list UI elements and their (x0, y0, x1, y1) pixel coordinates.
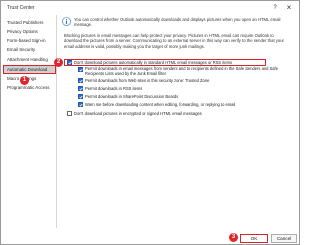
callout-badge-3: 3 (229, 233, 238, 242)
sidebar-item-macro-settings[interactable]: Macro Settings (4, 74, 56, 83)
permit-trusted-zone-checkbox[interactable] (78, 78, 83, 83)
automatic-download-highlight (3, 65, 56, 74)
intro-text: You can control whether Outlook automati… (74, 17, 281, 28)
permit-trusted-zone-label: Permit downloads from Web sites in this … (85, 78, 210, 83)
help-button[interactable]: ? (271, 4, 279, 12)
permit-sharepoint-checkbox[interactable] (78, 94, 83, 99)
ok-button[interactable]: OK (240, 234, 268, 243)
sidebar-item-privacy-options[interactable]: Privacy Options (4, 27, 56, 36)
permit-safe-senders-checkbox[interactable] (78, 67, 83, 72)
info-icon (62, 17, 71, 26)
sidebar: Trusted Publishers Privacy Options Form-… (4, 15, 57, 228)
permit-safe-senders-label: Permit downloads in email messages from … (85, 66, 278, 76)
permit-rss-checkbox[interactable] (78, 86, 83, 91)
dont-download-checkbox[interactable] (67, 60, 72, 65)
callout-badge-2: 2 (54, 58, 63, 67)
permit-rss-label: Permit downloads in RSS items (85, 86, 143, 91)
sidebar-item-programmatic-access[interactable]: Programmatic Access (4, 83, 56, 92)
sidebar-item-attachment-handling[interactable]: Attachment Handling (4, 55, 56, 64)
warn-before-download-checkbox[interactable] (78, 102, 83, 107)
title-bar: Trust Center ? × (1, 1, 299, 15)
warn-before-download-label: Warn me before downloading content when … (85, 102, 236, 107)
dialog-title: Trust Center (7, 5, 35, 11)
sidebar-item-trusted-publishers[interactable]: Trusted Publishers (4, 18, 56, 27)
callout-badge-1: 1 (20, 76, 29, 85)
encrypted-signed-checkbox[interactable] (67, 111, 72, 116)
permit-sharepoint-label: Permit downloads in SharePoint Discussio… (85, 94, 179, 99)
sidebar-item-email-security[interactable]: Email Security (4, 45, 56, 54)
encrypted-signed-label: Don't download pictures in encrypted or … (74, 111, 202, 116)
sidebar-item-form-based-sign-in[interactable]: Form-based Sign-in (4, 36, 56, 45)
dont-download-label: Don't download pictures automatically in… (74, 60, 233, 65)
cancel-button[interactable]: Cancel (271, 234, 297, 243)
privacy-explanation: Blocking pictures in email messages can … (64, 33, 284, 49)
close-button[interactable]: × (285, 3, 293, 12)
